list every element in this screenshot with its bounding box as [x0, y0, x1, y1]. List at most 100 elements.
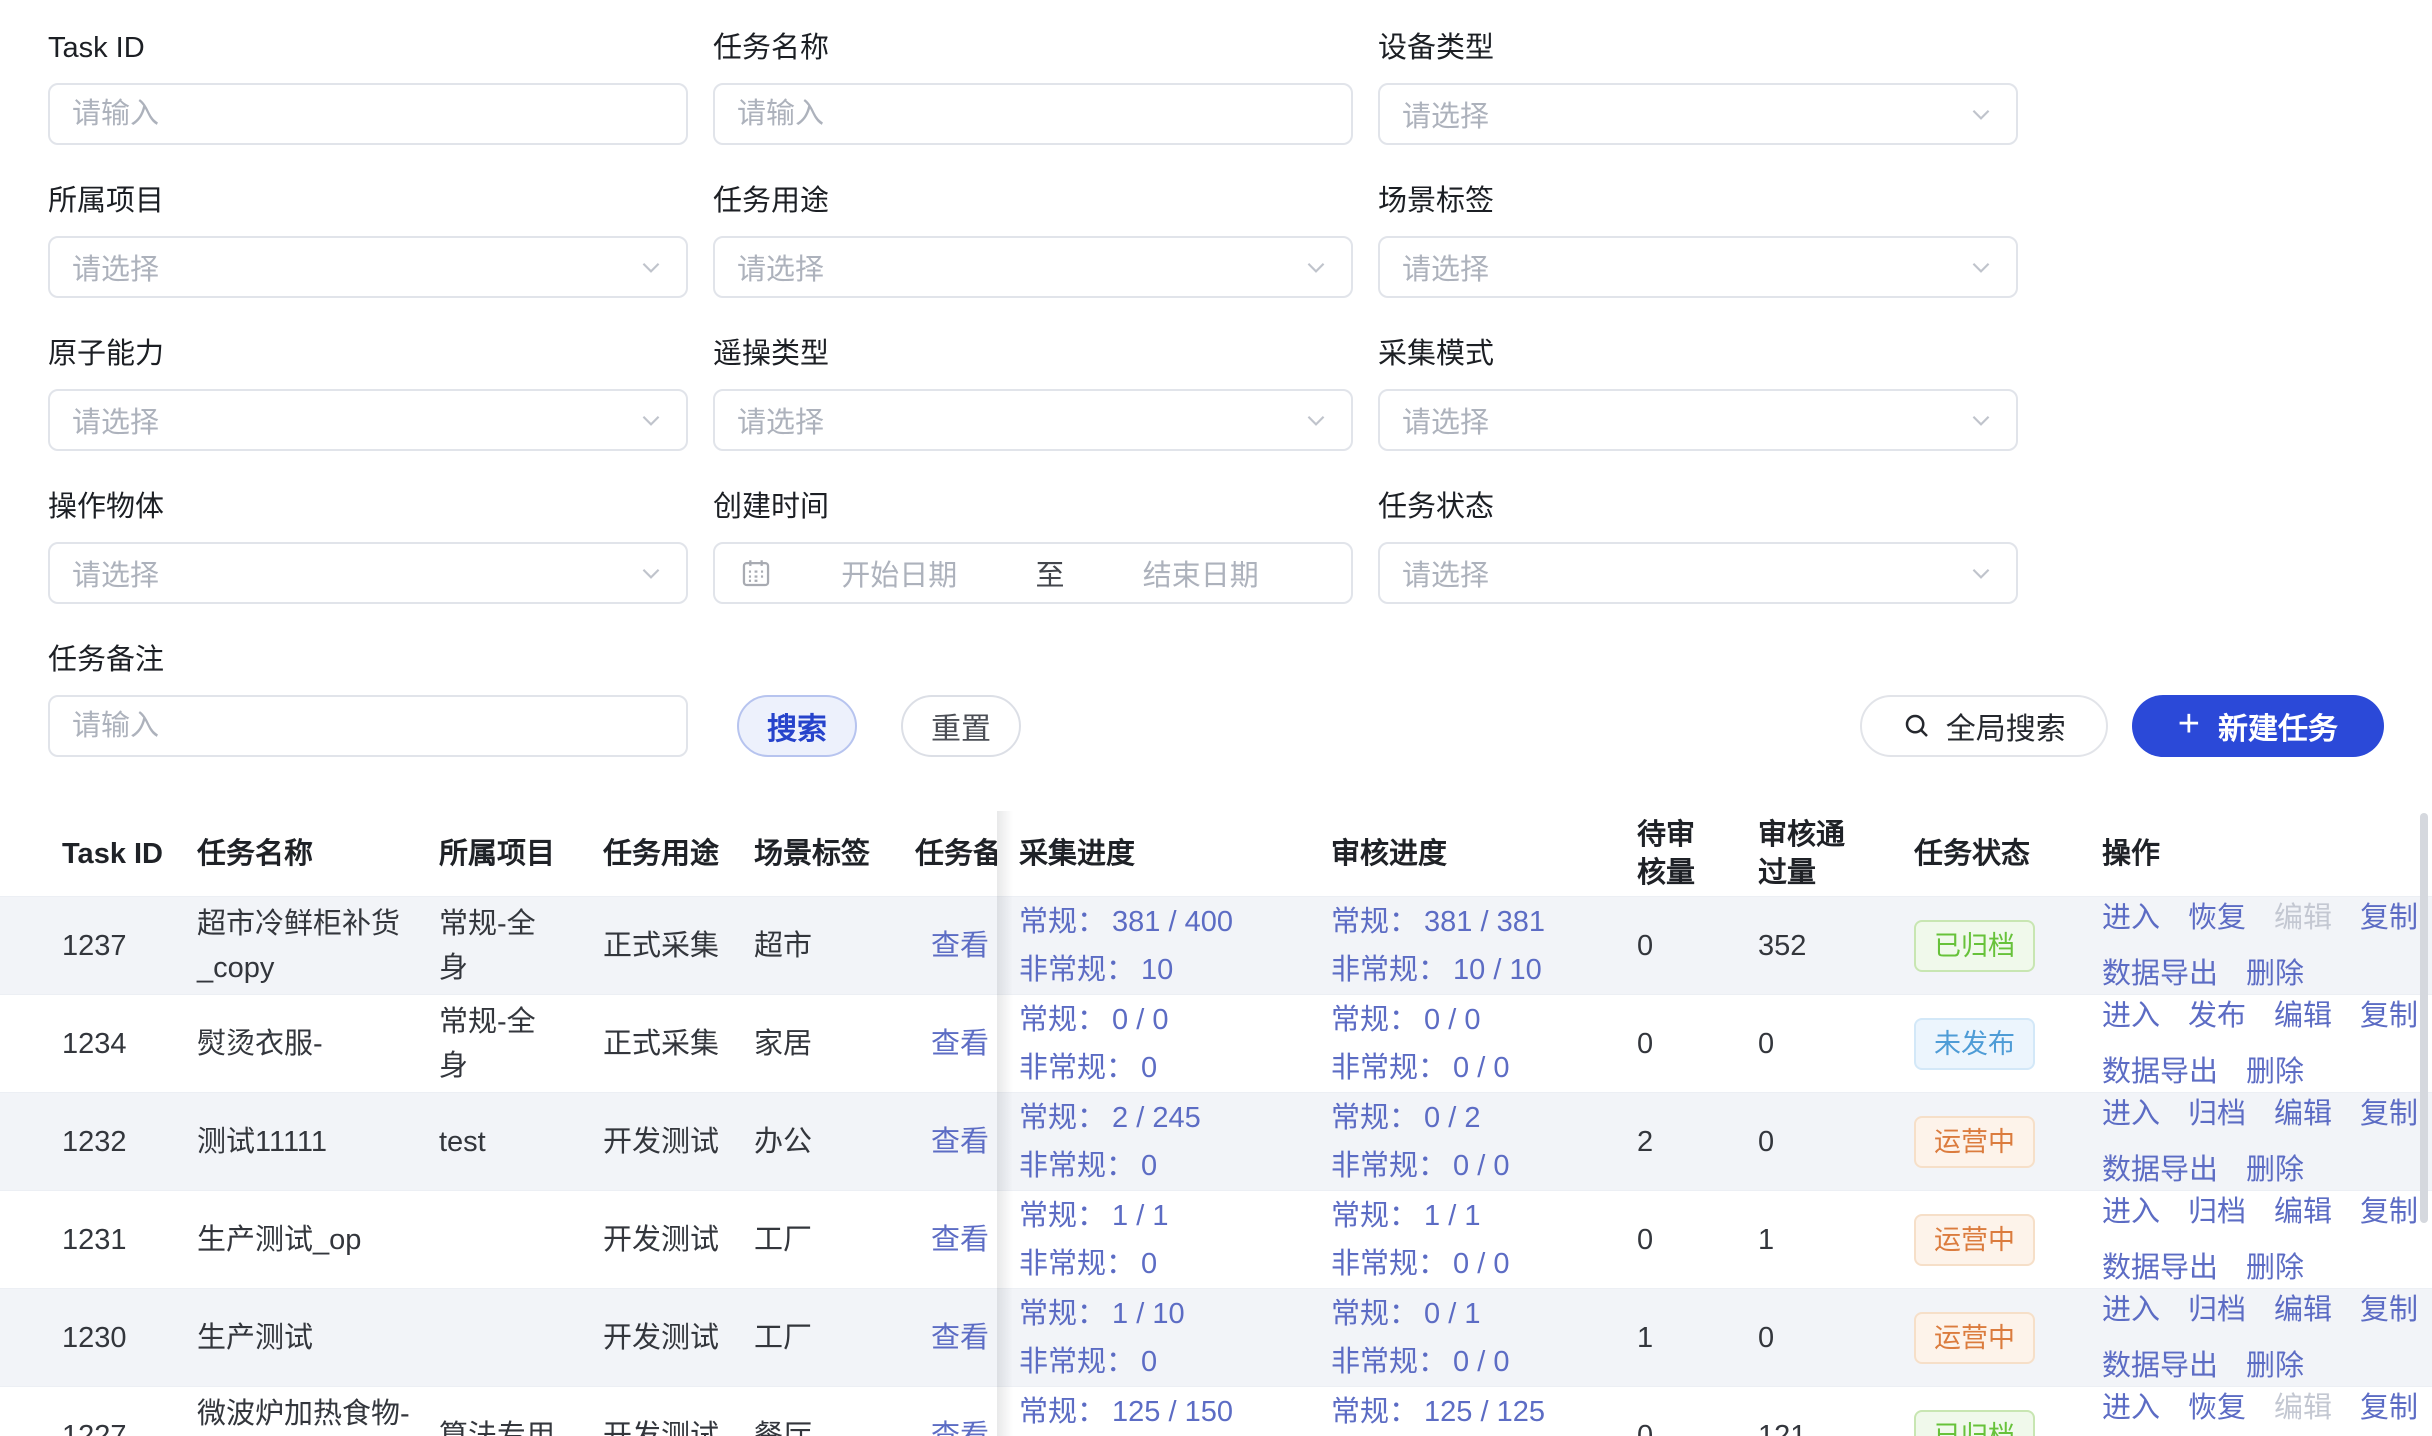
col-remark: 任务备注 [915, 811, 997, 896]
action-link[interactable]: 复制 [2360, 896, 2418, 940]
atomic-ability-select[interactable]: 请选择 [48, 389, 688, 451]
table-row: 1231 生产测试_op 开发测试 工厂 查看 常规：1 / 1 非常规：0 常… [0, 1190, 2432, 1288]
action-link[interactable]: 数据导出 [2102, 1050, 2218, 1094]
field-collect-mode: 采集模式 请选择 [1378, 336, 2018, 451]
field-operate-object: 操作物体 请选择 [48, 489, 688, 604]
action-link[interactable]: 进入 [2102, 896, 2160, 940]
field-project: 所属项目 请选择 [48, 183, 688, 298]
chevron-down-icon [1303, 254, 1329, 280]
action-link[interactable]: 数据导出 [2102, 952, 2218, 996]
action-link[interactable]: 进入 [2102, 1386, 2160, 1430]
task-management-page: Task ID 任务名称 设备类型 请选择 所属项目 请选择 [0, 0, 2432, 1436]
toolbar-right: 全局搜索 + 新建任务 [1860, 695, 2384, 757]
cell-collect-progress: 常规：381 / 400 非常规：10 [997, 897, 1309, 994]
task-remark-input[interactable] [48, 695, 688, 757]
reset-button[interactable]: 重置 [901, 695, 1021, 757]
action-link[interactable]: 复制 [2360, 1092, 2418, 1136]
action-link[interactable]: 复制 [2360, 1190, 2418, 1234]
operate-object-select[interactable]: 请选择 [48, 542, 688, 604]
cell-task-id: 1230 [0, 1289, 197, 1386]
task-name-input[interactable] [713, 83, 1353, 145]
action-link[interactable]: 编辑 [2274, 1288, 2332, 1332]
new-task-button[interactable]: + 新建任务 [2132, 695, 2384, 757]
col-approved-count: 审核通过量 [1750, 811, 1914, 896]
field-purpose: 任务用途 请选择 [713, 183, 1353, 298]
select-placeholder: 请选择 [737, 246, 1303, 288]
view-remark-link[interactable]: 查看 [931, 1316, 989, 1360]
view-remark-link[interactable]: 查看 [931, 1022, 989, 1066]
select-placeholder: 请选择 [1402, 399, 1968, 441]
action-link[interactable]: 编辑 [2274, 1386, 2332, 1430]
action-link[interactable]: 进入 [2102, 1288, 2160, 1332]
action-link[interactable]: 归档 [2188, 1092, 2246, 1136]
action-link[interactable]: 编辑 [2274, 896, 2332, 940]
field-scene-tag: 场景标签 请选择 [1378, 183, 2018, 298]
cell-pending-review: 0 [1615, 995, 1750, 1092]
action-link[interactable]: 复制 [2360, 1288, 2418, 1332]
cell-actions: 进入 归档 编辑 复制 数据导出 删除 [2102, 1093, 2432, 1190]
collect-mode-select[interactable]: 请选择 [1378, 389, 2018, 451]
view-remark-link[interactable]: 查看 [931, 1218, 989, 1262]
action-link[interactable]: 复制 [2360, 1386, 2418, 1430]
search-button[interactable]: 搜索 [737, 695, 857, 757]
new-task-label: 新建任务 [2218, 704, 2338, 748]
status-badge: 运营中 [1914, 1214, 2035, 1266]
global-search-button[interactable]: 全局搜索 [1860, 695, 2108, 757]
vertical-scrollbar-thumb[interactable] [2420, 813, 2428, 1223]
task-id-input[interactable] [48, 83, 688, 145]
cell-task-name: 生产测试_op [197, 1191, 439, 1288]
col-pending-review: 待审核量 [1615, 811, 1750, 896]
action-link[interactable]: 数据导出 [2102, 1344, 2218, 1388]
view-remark-link[interactable]: 查看 [931, 1120, 989, 1164]
action-link[interactable]: 删除 [2246, 1246, 2304, 1290]
cell-task-name: 微波炉加热食物-干扰-depth降... [197, 1387, 439, 1436]
form-row-3: 原子能力 请选择 遥操类型 请选择 采集模式 请选择 [48, 336, 2384, 451]
action-link[interactable]: 恢复 [2188, 896, 2246, 940]
view-remark-link[interactable]: 查看 [931, 1414, 989, 1436]
chevron-down-icon [638, 407, 664, 433]
device-type-label: 设备类型 [1378, 30, 2018, 66]
table-header: Task ID 任务名称 所属项目 任务用途 场景标签 任务备注 采集进度 审核… [0, 811, 2432, 896]
action-link[interactable]: 数据导出 [2102, 1148, 2218, 1192]
cell-task-name: 熨烫衣服- [197, 995, 439, 1092]
action-link[interactable]: 进入 [2102, 1190, 2160, 1234]
task-status-select[interactable]: 请选择 [1378, 542, 2018, 604]
action-link[interactable]: 恢复 [2188, 1386, 2246, 1430]
table-row: 1230 生产测试 开发测试 工厂 查看 常规：1 / 10 非常规：0 常规：… [0, 1288, 2432, 1386]
create-time-label: 创建时间 [713, 489, 1353, 525]
cell-review-progress: 常规：0 / 1 非常规：0 / 0 [1309, 1289, 1615, 1386]
action-link[interactable]: 删除 [2246, 1344, 2304, 1388]
cell-pending-review: 0 [1615, 1387, 1750, 1436]
action-link[interactable]: 删除 [2246, 952, 2304, 996]
form-row-1: Task ID 任务名称 设备类型 请选择 [48, 30, 2384, 145]
action-link[interactable]: 复制 [2360, 994, 2418, 1038]
select-placeholder: 请选择 [72, 246, 638, 288]
global-search-label: 全局搜索 [1946, 704, 2066, 748]
action-link[interactable]: 删除 [2246, 1148, 2304, 1192]
action-link[interactable]: 发布 [2188, 994, 2246, 1038]
action-link[interactable]: 数据导出 [2102, 1246, 2218, 1290]
purpose-select[interactable]: 请选择 [713, 236, 1353, 298]
action-link[interactable]: 编辑 [2274, 994, 2332, 1038]
teleop-type-select[interactable]: 请选择 [713, 389, 1353, 451]
device-type-select[interactable]: 请选择 [1378, 83, 2018, 145]
cell-actions: 进入 恢复 编辑 复制 数据导出 删除 [2102, 897, 2432, 994]
create-time-range-picker[interactable]: 开始日期 至 结束日期 [713, 542, 1353, 604]
purpose-label: 任务用途 [713, 183, 1353, 219]
scene-tag-select[interactable]: 请选择 [1378, 236, 2018, 298]
chevron-down-icon [1968, 560, 1994, 586]
action-link[interactable]: 编辑 [2274, 1092, 2332, 1136]
status-badge: 已归档 [1914, 1410, 2035, 1436]
action-link[interactable]: 编辑 [2274, 1190, 2332, 1234]
form-row-2: 所属项目 请选择 任务用途 请选择 场景标签 请选择 [48, 183, 2384, 298]
action-link[interactable]: 归档 [2188, 1288, 2246, 1332]
status-badge: 已归档 [1914, 920, 2035, 972]
action-link[interactable]: 删除 [2246, 1050, 2304, 1094]
view-remark-link[interactable]: 查看 [931, 924, 989, 968]
cell-task-id: 1237 [0, 897, 197, 994]
action-link[interactable]: 进入 [2102, 1092, 2160, 1136]
action-link[interactable]: 归档 [2188, 1190, 2246, 1234]
action-link[interactable]: 进入 [2102, 994, 2160, 1038]
project-select[interactable]: 请选择 [48, 236, 688, 298]
cell-task-name: 生产测试 [197, 1289, 439, 1386]
